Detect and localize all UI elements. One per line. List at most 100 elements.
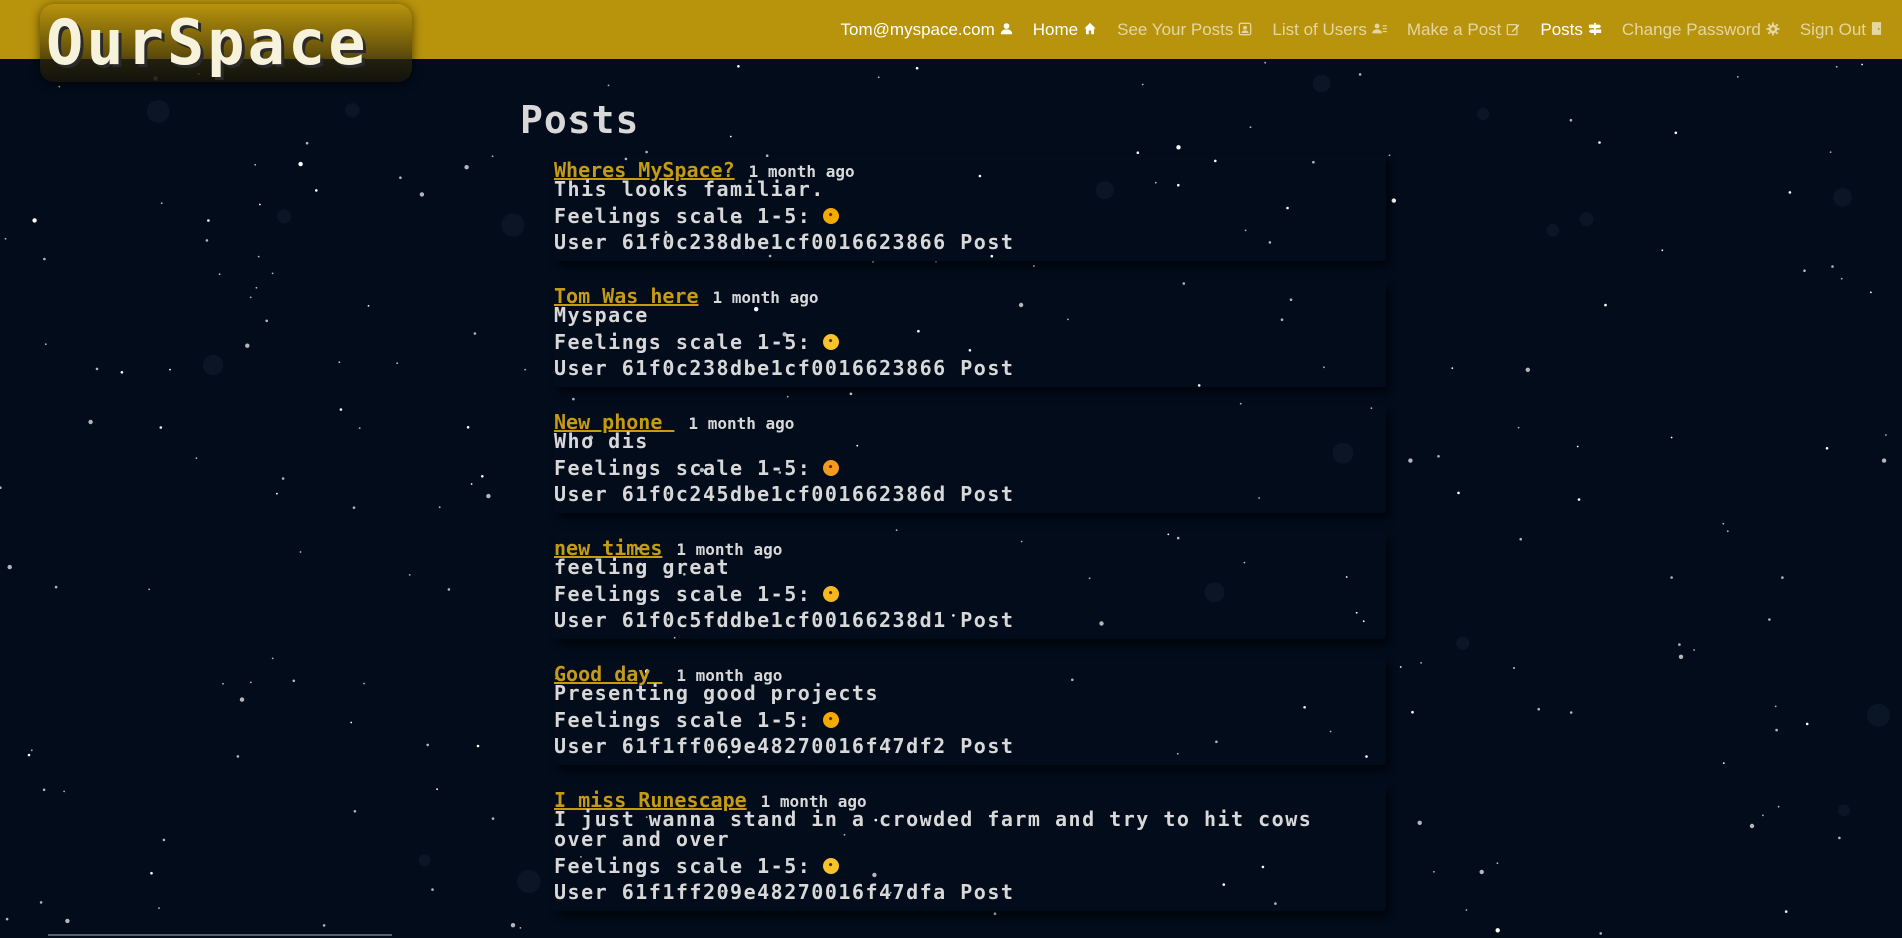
star xyxy=(481,475,484,478)
user-id: 61f1ff069e48270016f47df2 xyxy=(621,734,947,758)
feelings-label: Feelings scale 1-5: xyxy=(554,204,812,228)
nav-home[interactable]: Home xyxy=(1023,0,1107,59)
star xyxy=(1803,269,1806,273)
post-link[interactable]: Post xyxy=(960,230,1014,254)
star xyxy=(877,76,880,79)
post-link[interactable]: Post xyxy=(960,356,1014,380)
home-icon xyxy=(1083,22,1097,37)
star xyxy=(438,506,441,509)
blurred-star xyxy=(418,854,431,867)
post-user-row: User 61f1ff069e48270016f47df2 Post xyxy=(554,733,1376,759)
star xyxy=(222,682,224,685)
star xyxy=(1885,434,1887,436)
post-user-row: User 61f0c238dbe1cf0016623866 Post xyxy=(554,229,1376,255)
star xyxy=(1881,458,1887,463)
blurred-star xyxy=(345,103,360,118)
post-header: Tom Was here 1 month ago xyxy=(554,284,1376,308)
nav-change-password[interactable]: Change Password xyxy=(1612,0,1790,59)
star xyxy=(259,203,261,206)
star xyxy=(1870,291,1872,294)
user-id: 61f0c238dbe1cf0016623866 xyxy=(621,356,947,380)
post-link[interactable]: Post xyxy=(960,482,1014,506)
user-prefix: User xyxy=(554,230,609,254)
star xyxy=(1598,141,1601,144)
star xyxy=(158,907,160,909)
star xyxy=(265,319,269,323)
nav-user-email: Tom@myspace.com xyxy=(831,0,1023,59)
post-body: Presenting good projects xyxy=(554,681,879,705)
star xyxy=(1670,436,1673,439)
star xyxy=(431,888,434,891)
feelings-label: Feelings scale 1-5: xyxy=(554,582,812,606)
post-link[interactable]: Post xyxy=(960,880,1014,904)
star xyxy=(1835,65,1838,68)
brand-logo[interactable]: OurSpace xyxy=(40,4,412,82)
star xyxy=(352,506,356,510)
feelings-row: Feelings scale 1-5: • xyxy=(554,581,1376,607)
star xyxy=(1569,118,1573,122)
star xyxy=(1496,862,1499,865)
nav-see-your-posts[interactable]: See Your Posts xyxy=(1107,0,1262,59)
star xyxy=(1457,491,1460,495)
star xyxy=(338,361,341,364)
star xyxy=(292,679,296,683)
user-email-label: Tom@myspace.com xyxy=(840,19,995,39)
crying-face-emoji: • xyxy=(823,333,840,350)
blurred-star xyxy=(1833,187,1852,207)
angry-face-emoji: • xyxy=(823,459,840,476)
grinning-face-emoji: • xyxy=(823,585,840,602)
star xyxy=(1465,909,1468,911)
post-link[interactable]: Post xyxy=(960,734,1014,758)
post-user-row: User 61f0c245dbe1cf001662386d Post xyxy=(554,481,1376,507)
star xyxy=(27,753,31,757)
pencil-square-icon xyxy=(1506,22,1520,38)
star xyxy=(249,296,252,299)
post-card: Good day 1 month ago Presenting good proj… xyxy=(554,658,1386,765)
user-prefix: User xyxy=(554,734,609,758)
star xyxy=(30,749,33,752)
star xyxy=(281,477,285,480)
nav-posts[interactable]: Posts xyxy=(1530,0,1612,59)
star xyxy=(419,192,425,197)
star xyxy=(1604,303,1607,307)
star xyxy=(1861,63,1863,66)
feelings-row: Feelings scale 1-5: • xyxy=(554,853,1376,879)
star xyxy=(205,239,209,242)
user-id: 61f1ff209e48270016f47dfa xyxy=(621,880,947,904)
profile-card-icon xyxy=(1238,22,1252,38)
star xyxy=(1576,445,1579,448)
tongue-face-emoji: • xyxy=(823,207,840,224)
door-icon xyxy=(1871,21,1882,38)
star xyxy=(95,367,99,371)
user-prefix: User xyxy=(554,880,609,904)
post-link[interactable]: Post xyxy=(960,608,1014,632)
star xyxy=(510,923,516,928)
star xyxy=(466,426,470,429)
nav-make-a-post[interactable]: Make a Post xyxy=(1397,0,1531,59)
feelings-row: Feelings scale 1-5: • xyxy=(554,455,1376,481)
post-body: I just wanna stand in a crowded farm and… xyxy=(554,807,1313,851)
post-user-row: User 61f1ff209e48270016f47dfa Post xyxy=(554,879,1376,905)
star xyxy=(1417,820,1422,825)
star xyxy=(399,176,402,179)
star xyxy=(322,924,326,927)
nav-list-of-users[interactable]: List of Users xyxy=(1262,0,1396,59)
star xyxy=(1825,447,1829,450)
feelings-label: Feelings scale 1-5: xyxy=(554,330,812,354)
star xyxy=(1599,932,1602,935)
blurred-star xyxy=(1837,804,1850,817)
nav-sign-out[interactable]: Sign Out xyxy=(1790,0,1892,59)
user-prefix: User xyxy=(554,482,609,506)
star xyxy=(915,66,919,70)
post-list: Wheres MySpace? 1 month ago This looks fam… xyxy=(554,154,1386,911)
post-header: Good day 1 month ago xyxy=(554,662,1376,686)
star xyxy=(486,493,491,499)
star xyxy=(218,273,221,276)
blurred-star xyxy=(1866,703,1890,727)
nav-menu: Tom@myspace.com Home See Your Posts List… xyxy=(831,0,1892,59)
post-body: This looks familiar. xyxy=(554,177,825,201)
star xyxy=(1391,198,1397,203)
star xyxy=(315,189,318,192)
star xyxy=(245,343,250,348)
feelings-label: Feelings scale 1-5: xyxy=(554,708,812,732)
